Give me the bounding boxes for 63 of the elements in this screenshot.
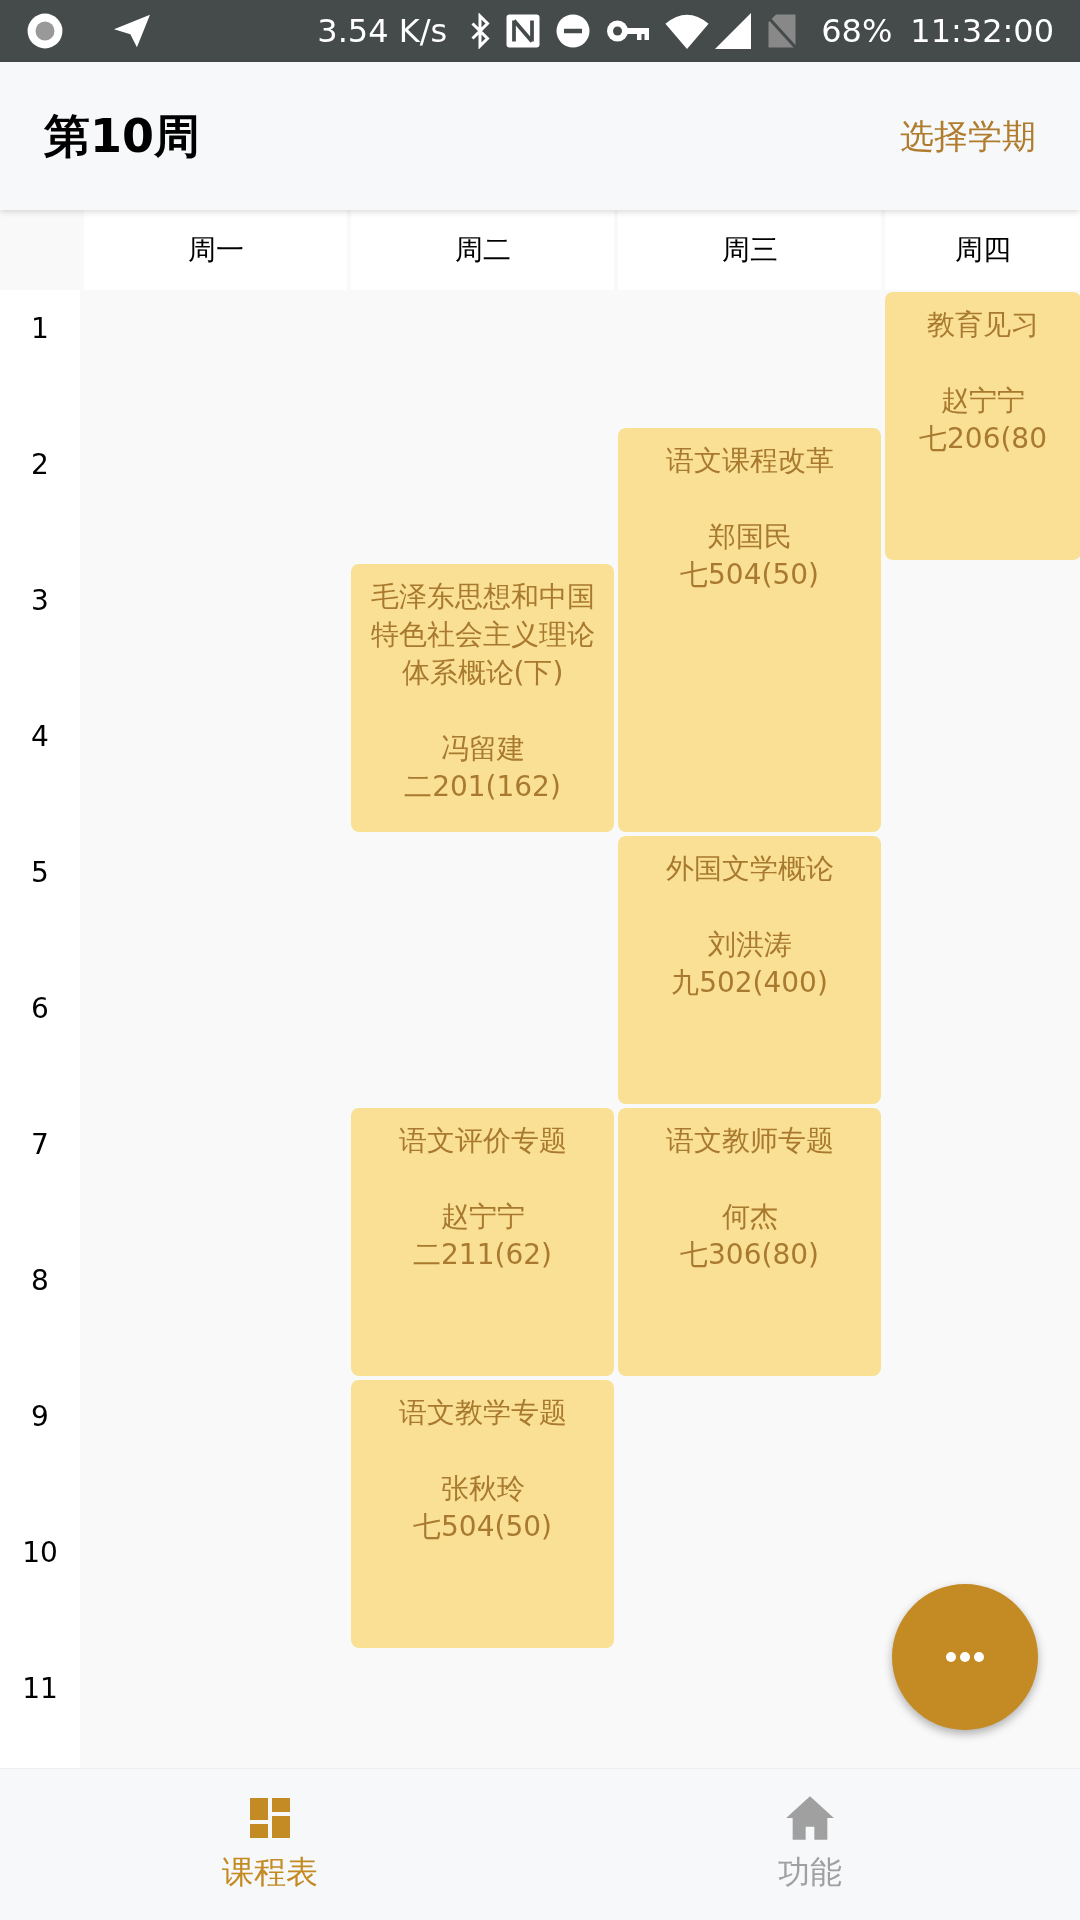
key-icon (607, 19, 650, 43)
period-number: 3 (0, 562, 80, 698)
course-title: 教育见习 (927, 307, 1039, 343)
period-number: 8 (0, 1242, 80, 1378)
day-header: 周一 (84, 210, 347, 290)
more-icon (945, 1651, 985, 1663)
course-teacher: 何杰 (721, 1199, 778, 1235)
course-teacher: 郑国民 (707, 519, 792, 555)
period-number: 5 (0, 834, 80, 970)
send-icon (112, 13, 152, 49)
do-not-disturb-icon (555, 13, 592, 49)
day-header: 周二 (351, 210, 614, 290)
course-card[interactable]: 语文评价专题 赵宁宁 二211(62) (351, 1108, 614, 1376)
signal-icon (715, 13, 752, 49)
period-number: 6 (0, 970, 80, 1106)
course-card[interactable]: 语文课程改革 郑国民 七504(50) (618, 428, 881, 832)
course-room: 九502(400) (671, 965, 828, 1001)
course-title: 语文评价专题 (398, 1123, 567, 1159)
course-title: 语文教学专题 (398, 1395, 567, 1431)
nav-tab[interactable]: 功能 (540, 1769, 1080, 1920)
course-title: 毛泽东思想和中国特色社会主义理论体系概论(下) (369, 579, 596, 691)
day-header: 周三 (618, 210, 881, 290)
course-title: 语文课程改革 (665, 443, 834, 479)
course-card[interactable]: 毛泽东思想和中国特色社会主义理论体系概论(下) 冯留建 二201(162) (351, 564, 614, 832)
nav-label: 课程表 (222, 1851, 318, 1893)
course-teacher: 张秋玲 (440, 1471, 525, 1507)
period-number: 4 (0, 698, 80, 834)
course-teacher: 刘洪涛 (707, 927, 792, 963)
course-teacher: 赵宁宁 (440, 1199, 525, 1235)
nav-label: 功能 (778, 1851, 842, 1893)
period-number: 7 (0, 1106, 80, 1242)
bluetooth-icon (469, 13, 492, 49)
battery-level: 68% (821, 11, 893, 52)
course-card[interactable]: 语文教师专题 何杰 七306(80) (618, 1108, 881, 1376)
course-title: 语文教师专题 (665, 1123, 834, 1159)
record-icon (26, 12, 64, 50)
period-number: 10 (0, 1514, 80, 1650)
no-sim-icon (767, 13, 798, 49)
course-card[interactable]: 外国文学概论 刘洪涛 九502(400) (618, 836, 881, 1104)
period-number: 11 (0, 1650, 80, 1768)
course-card[interactable]: 语文教学专题 张秋玲 七504(50) (351, 1380, 614, 1648)
course-title: 外国文学概论 (665, 851, 834, 887)
course-teacher: 赵宁宁 (941, 383, 1025, 419)
week-title: 第10周 (44, 107, 200, 165)
period-number: 2 (0, 426, 80, 562)
course-room: 七504(50) (413, 1509, 552, 1545)
period-number: 9 (0, 1378, 80, 1514)
course-room: 七206(80 (919, 421, 1047, 457)
period-number: 1 (0, 290, 80, 426)
day-header: 周四 (885, 210, 1080, 290)
course-card[interactable]: 教育见习 赵宁宁 七206(80 (885, 292, 1080, 560)
wifi-icon (665, 13, 710, 49)
nfc-icon (505, 13, 542, 49)
course-room: 二201(162) (404, 769, 561, 805)
course-teacher: 冯留建 (440, 731, 525, 767)
nav-tab[interactable]: 课程表 (0, 1769, 540, 1920)
select-semester-button[interactable]: 选择学期 (900, 110, 1036, 162)
course-room: 二211(62) (413, 1237, 552, 1273)
course-room: 七306(80) (680, 1237, 819, 1273)
more-button[interactable] (892, 1584, 1038, 1730)
clock: 11:32:00 (910, 11, 1054, 52)
network-speed: 3.54 K/s (317, 11, 448, 52)
course-room: 七504(50) (680, 557, 819, 593)
